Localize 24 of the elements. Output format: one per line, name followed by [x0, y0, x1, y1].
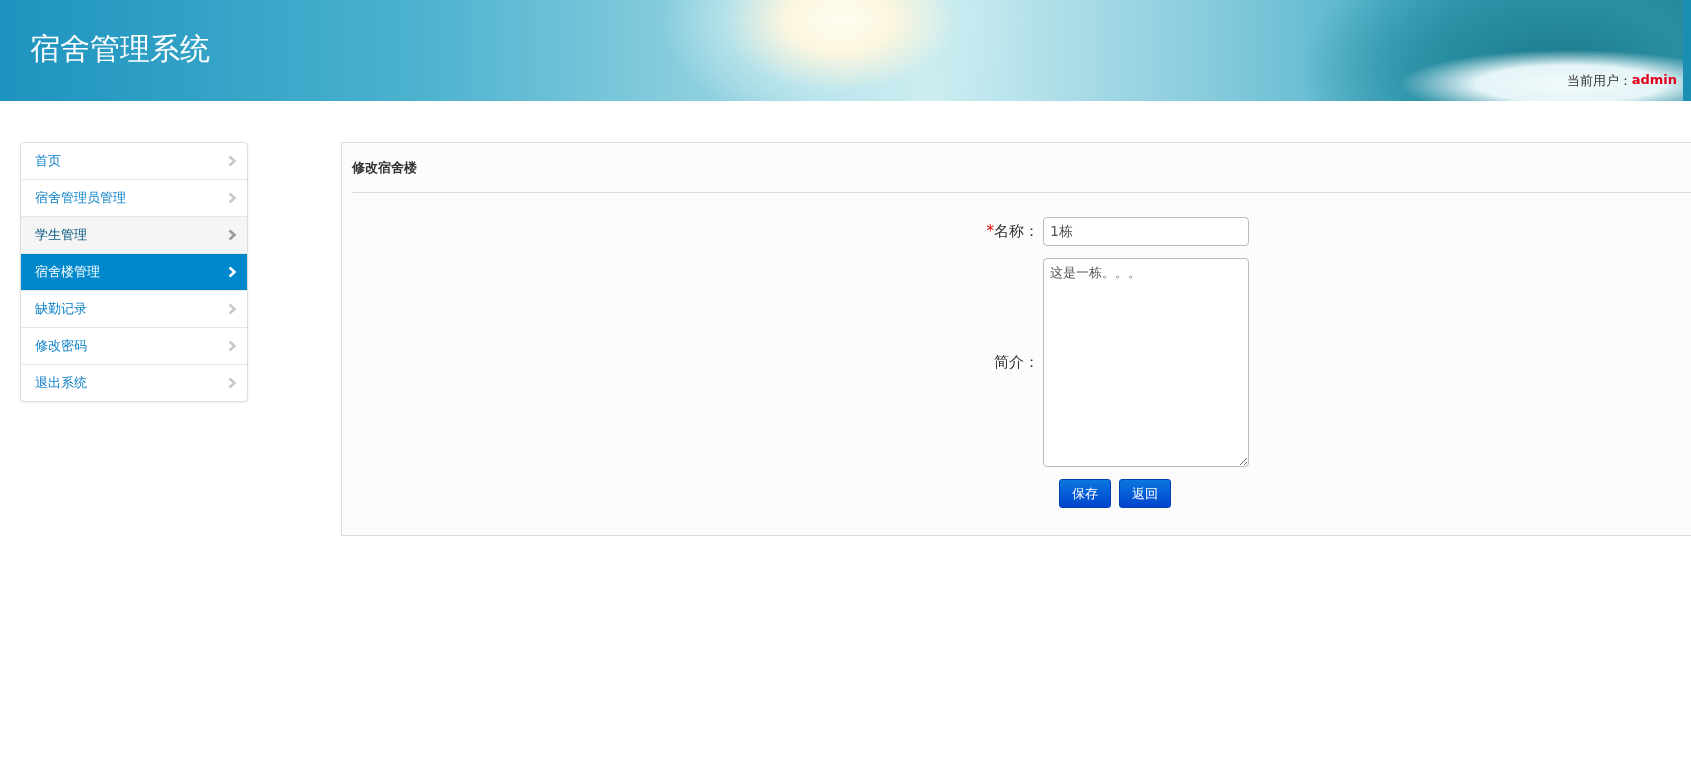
- sidebar-item[interactable]: 修改密码: [21, 327, 247, 364]
- chevron-right-icon: [228, 303, 237, 315]
- app-title: 宿舍管理系统: [30, 30, 210, 68]
- save-button[interactable]: 保存: [1059, 479, 1111, 508]
- field-label: 简介：: [994, 353, 1039, 372]
- sidebar-item[interactable]: 首页: [21, 143, 247, 179]
- chevron-right-icon: [228, 155, 237, 167]
- chevron-right-icon: [228, 340, 237, 352]
- description-textarea[interactable]: 这是一栋。。。: [1043, 258, 1249, 467]
- panel-title: 修改宿舍楼: [352, 143, 1691, 193]
- current-user-label: 当前用户：: [1566, 72, 1632, 90]
- name-input[interactable]: 1栋: [1043, 217, 1249, 246]
- sidebar-item[interactable]: 宿舍楼管理: [21, 253, 247, 290]
- chevron-right-icon: [228, 229, 237, 241]
- field-label: 名称：: [994, 222, 1039, 241]
- sidebar-item[interactable]: 退出系统: [21, 364, 247, 401]
- chevron-right-icon: [228, 192, 237, 204]
- sidebar-item[interactable]: 缺勤记录: [21, 290, 247, 327]
- current-user-name: admin: [1631, 72, 1677, 89]
- chevron-right-icon: [228, 266, 237, 278]
- sidebar-item[interactable]: 学生管理: [21, 216, 247, 253]
- chevron-right-icon: [228, 377, 237, 389]
- back-button[interactable]: 返回: [1119, 479, 1171, 508]
- required-mark: *: [986, 222, 994, 241]
